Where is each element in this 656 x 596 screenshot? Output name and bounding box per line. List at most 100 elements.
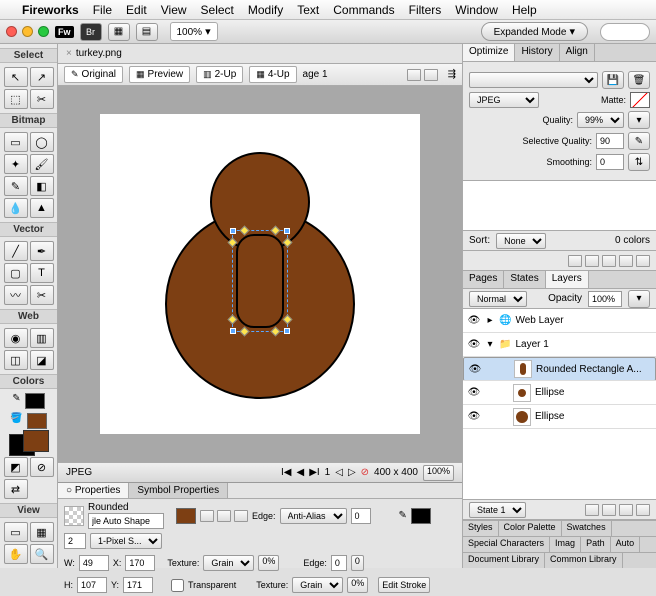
first-frame-icon[interactable]: I◀ <box>281 467 291 478</box>
visibility-icon[interactable]: 👁 <box>467 387 481 398</box>
stroke-edge-amt[interactable]: 0 <box>351 555 364 571</box>
subselect-tool[interactable]: ↗ <box>30 67 54 87</box>
stroke-texture[interactable]: Grain <box>292 577 343 593</box>
knife-tool[interactable]: ✂ <box>30 285 54 305</box>
text-tool[interactable]: T <box>30 263 54 283</box>
tab-pages[interactable]: Pages <box>463 271 504 288</box>
snap-icon[interactable] <box>585 255 599 267</box>
edge-select[interactable]: Anti-Alias <box>280 508 347 524</box>
color-swap[interactable] <box>9 434 49 452</box>
menu-window[interactable]: Window <box>455 3 498 17</box>
tab-align[interactable]: Align <box>560 44 595 61</box>
tab-doc-library[interactable]: Document Library <box>463 553 545 568</box>
close-window[interactable] <box>6 26 17 37</box>
menu-select[interactable]: Select <box>201 3 234 17</box>
tab-states[interactable]: States <box>504 271 545 288</box>
stroke-size[interactable] <box>64 533 86 549</box>
workspace-mode[interactable]: Expanded Mode ▾ <box>481 22 588 41</box>
sel-q-icon[interactable]: ✎ <box>628 132 650 150</box>
tab-optimize[interactable]: Optimize <box>463 44 515 61</box>
zoom-level[interactable]: 100% ▾ <box>170 22 218 41</box>
x-input[interactable] <box>125 555 155 571</box>
hotspot-tool[interactable]: ◉ <box>4 328 28 348</box>
show-slice-tool[interactable]: ◪ <box>30 350 54 370</box>
edge-value[interactable] <box>351 508 371 524</box>
opacity-input[interactable] <box>588 291 622 307</box>
search-field[interactable] <box>600 23 650 41</box>
screen-mode-1[interactable]: ▭ <box>4 522 28 542</box>
stop-icon[interactable]: ⊘ <box>361 467 369 478</box>
brush-tool[interactable]: 🖌 <box>30 154 54 174</box>
stroke-color[interactable] <box>25 393 45 409</box>
selective-quality[interactable] <box>596 133 624 149</box>
tab-4up[interactable]: ▦ 4-Up <box>249 66 296 83</box>
crop-tool[interactable]: ✂ <box>30 89 54 109</box>
swap-colors[interactable]: ⇄ <box>4 479 28 499</box>
lock-icon[interactable] <box>602 255 616 267</box>
save-preset-icon[interactable]: 💾 <box>602 71 624 89</box>
freeform-tool[interactable]: 〰 <box>4 285 28 305</box>
y-input[interactable] <box>123 577 153 593</box>
menu-text[interactable]: Text <box>297 3 319 17</box>
opacity-stepper[interactable]: ▾ <box>628 290 650 308</box>
close-tab-icon[interactable]: × <box>66 48 72 59</box>
tab-styles[interactable]: Styles <box>463 521 499 536</box>
delete-color-icon[interactable] <box>636 255 650 267</box>
zoom-select[interactable]: 100% <box>423 465 454 481</box>
prev-frame-icon[interactable]: ◀ <box>297 467 305 478</box>
new-layer-icon[interactable] <box>619 504 633 516</box>
tab-image[interactable]: Imag <box>550 537 581 552</box>
smooth-stepper[interactable]: ⇅ <box>628 153 650 171</box>
canvas[interactable] <box>100 114 420 434</box>
visibility-icon[interactable]: 👁 <box>468 364 482 375</box>
fill-swatch[interactable] <box>176 508 196 524</box>
layer-row[interactable]: 👁Rounded Rectangle A... <box>463 357 656 381</box>
layer-row[interactable]: 👁▸🌐Web Layer <box>463 309 656 333</box>
marquee-tool[interactable]: ▭ <box>4 132 28 152</box>
layer-row[interactable]: 👁Ellipse <box>463 381 656 405</box>
menu-modify[interactable]: Modify <box>248 3 283 17</box>
zoom-window[interactable] <box>38 26 49 37</box>
width-input[interactable] <box>79 555 109 571</box>
slice-tool[interactable]: ▥ <box>30 328 54 348</box>
mask-icon[interactable] <box>602 504 616 516</box>
edit-stroke-button[interactable]: Edit Stroke <box>378 577 430 593</box>
hide-slice-tool[interactable]: ◫ <box>4 350 28 370</box>
bridge-button[interactable]: Br <box>80 23 102 41</box>
screen-mode-2[interactable]: ▦ <box>30 522 54 542</box>
tab-2up[interactable]: ▥ 2-Up <box>196 66 243 83</box>
tab-path[interactable]: Path <box>581 537 611 552</box>
tab-properties[interactable]: ○ Properties <box>58 483 129 498</box>
pointer-tool[interactable]: ↖ <box>4 67 28 87</box>
canvas-area[interactable] <box>58 86 462 462</box>
toolbar-btn-1[interactable]: ▦ <box>108 23 130 41</box>
stamp-tool[interactable]: ▲ <box>30 198 54 218</box>
fill-opts-icon2[interactable] <box>234 510 248 522</box>
fill-color[interactable] <box>27 413 47 429</box>
minimize-window[interactable] <box>22 26 33 37</box>
state-select[interactable]: State 1 <box>469 502 526 518</box>
layer-row[interactable]: 👁Ellipse <box>463 405 656 429</box>
menu-help[interactable]: Help <box>512 3 537 17</box>
visibility-icon[interactable]: 👁 <box>467 411 481 422</box>
smoothing-input[interactable] <box>596 154 624 170</box>
rect-tool[interactable]: ▢ <box>4 263 28 283</box>
fill-type-icon[interactable] <box>200 510 214 522</box>
layer-row[interactable]: 👁▾📁Layer 1 <box>463 333 656 357</box>
quality-stepper[interactable]: ▾ <box>628 111 650 129</box>
sort-select[interactable]: None <box>496 233 546 249</box>
texture-pct[interactable]: 0% <box>258 555 279 571</box>
next-icon[interactable]: ▷ <box>348 467 356 478</box>
menu-view[interactable]: View <box>161 3 187 17</box>
tab-special-chars[interactable]: Special Characters <box>463 537 550 552</box>
document-tab[interactable]: ×turkey.png <box>58 44 462 64</box>
viewbar-icon-1[interactable] <box>407 69 421 81</box>
default-colors[interactable]: ◩ <box>4 457 28 477</box>
visibility-icon[interactable]: 👁 <box>467 339 481 350</box>
pencil-tool[interactable]: ✎ <box>4 176 28 196</box>
pen-tool[interactable]: ✒ <box>30 241 54 261</box>
menu-edit[interactable]: Edit <box>126 3 147 17</box>
tab-symbol-properties[interactable]: Symbol Properties <box>129 483 228 498</box>
disclosure-icon[interactable]: ▸ <box>485 315 495 326</box>
selection-handle[interactable] <box>230 228 236 234</box>
